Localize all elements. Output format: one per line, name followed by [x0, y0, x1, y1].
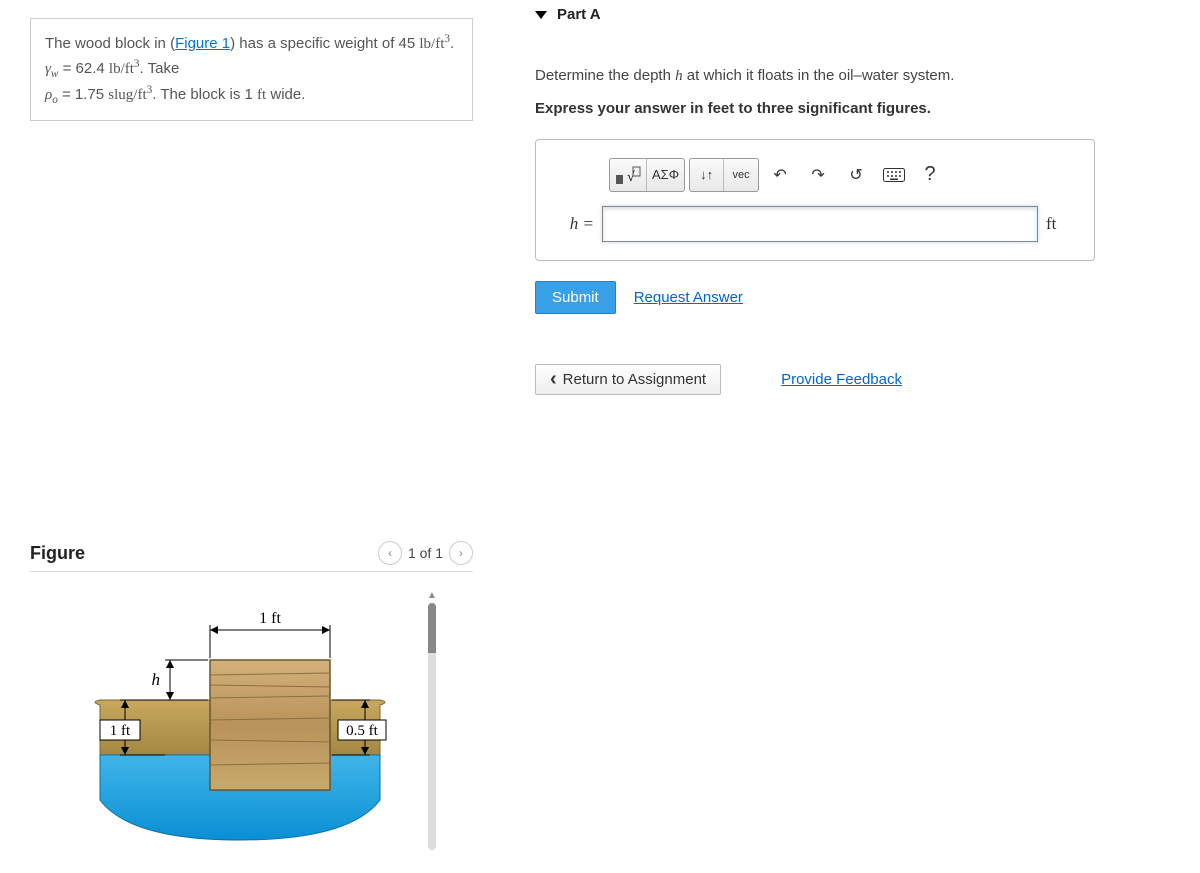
scroll-up-icon: ▲ — [427, 590, 437, 601]
take: . Take — [140, 60, 180, 77]
unit: lb/ft — [419, 36, 444, 52]
request-answer-link[interactable]: Request Answer — [634, 289, 743, 306]
figure-page-indicator: 1 of 1 — [408, 545, 443, 561]
figure-link[interactable]: Figure 1 — [175, 35, 230, 52]
answer-input[interactable] — [602, 206, 1038, 242]
part-header[interactable]: Part A — [535, 0, 1175, 35]
dim-top: 1 ft — [259, 610, 281, 627]
tail-unit: ft — [257, 87, 266, 103]
unit: slug/ft — [108, 87, 146, 103]
prompt-pre: Determine the depth — [535, 67, 675, 84]
dim-h: h — [152, 670, 161, 689]
part-title: Part A — [557, 6, 601, 23]
equation-toolbar: √ ΑΣΦ ↓↑ vec ↶ ↷ ↺ ? — [609, 158, 1076, 192]
figure-title: Figure — [30, 543, 85, 564]
prompt-var: h — [675, 68, 683, 84]
redo-button[interactable]: ↷ — [801, 159, 835, 191]
help-button[interactable]: ? — [915, 163, 945, 186]
tail: . The block is 1 — [152, 86, 257, 103]
collapse-icon — [535, 11, 547, 19]
problem-statement: The wood block in (Figure 1) has a speci… — [30, 18, 473, 121]
sep: . — [450, 35, 454, 52]
figure-scrollbar[interactable]: ▲ — [425, 590, 439, 850]
figure-image: 1 ft h — [30, 590, 410, 873]
submit-button[interactable]: Submit — [535, 281, 616, 314]
problem-text: The wood block in ( — [45, 35, 175, 52]
sub-sup-button[interactable]: ↓↑ — [690, 159, 724, 191]
return-to-assignment-button[interactable]: Return to Assignment — [535, 364, 721, 395]
eq: = 62.4 — [58, 60, 108, 77]
provide-feedback-link[interactable]: Provide Feedback — [781, 371, 902, 388]
undo-button[interactable]: ↶ — [763, 159, 797, 191]
greek-button[interactable]: ΑΣΦ — [647, 159, 684, 191]
prompt-post: at which it floats in the oil–water syst… — [683, 67, 955, 84]
templates-button[interactable]: √ — [610, 159, 647, 191]
return-label: Return to Assignment — [563, 371, 706, 388]
dim-right: 0.5 ft — [346, 723, 378, 739]
variable-label: h = — [554, 214, 594, 234]
unit-label: ft — [1046, 214, 1076, 234]
dim-left: 1 ft — [110, 723, 131, 739]
question-prompt: Determine the depth h at which it floats… — [535, 65, 1175, 88]
eq: = 1.75 — [58, 86, 108, 103]
problem-text2: ) has a specific weight of 45 — [230, 35, 419, 52]
tail2: wide. — [266, 86, 305, 103]
answer-instruction: Express your answer in feet to three sig… — [535, 100, 1175, 117]
keyboard-button[interactable] — [877, 159, 911, 191]
figure-next-button[interactable]: › — [449, 541, 473, 565]
unit: lb/ft — [109, 61, 134, 77]
figure-prev-button[interactable]: ‹ — [378, 541, 402, 565]
answer-box: √ ΑΣΦ ↓↑ vec ↶ ↷ ↺ ? h = ft — [535, 139, 1095, 261]
reset-button[interactable]: ↺ — [839, 159, 873, 191]
svg-text:√: √ — [627, 170, 635, 185]
vec-button[interactable]: vec — [724, 159, 758, 191]
